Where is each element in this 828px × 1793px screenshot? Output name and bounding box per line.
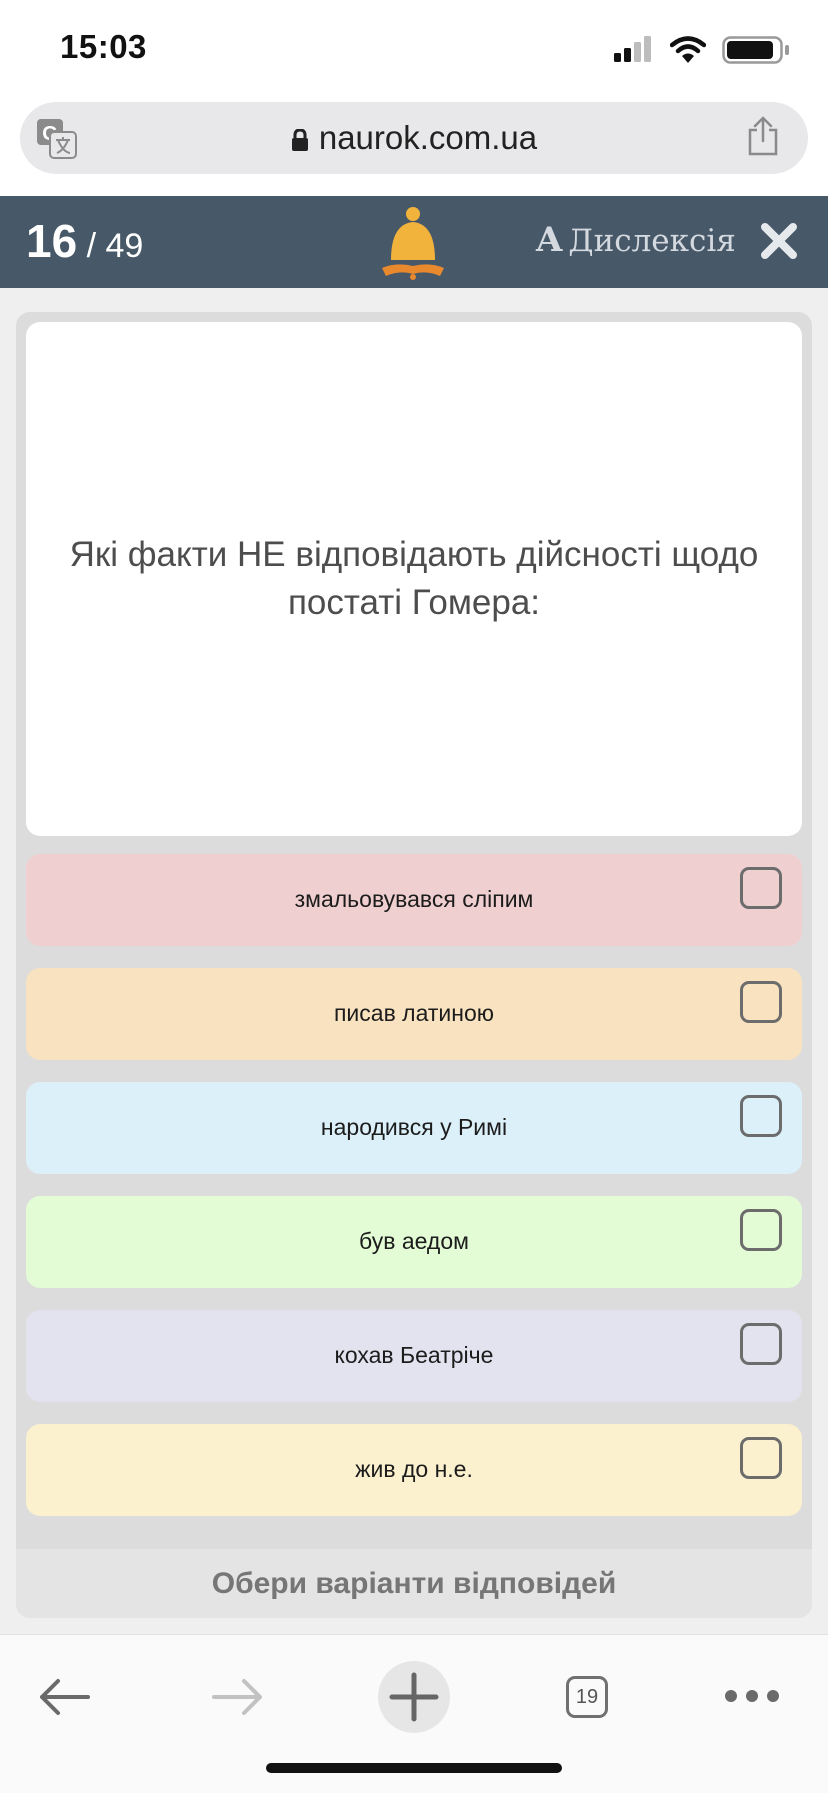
answer-option-label: жив до н.е. bbox=[355, 1456, 473, 1482]
tabs-button[interactable]: 19 bbox=[566, 1676, 608, 1718]
answer-option-label: народився у Римі bbox=[320, 1114, 508, 1140]
answer-checkbox[interactable] bbox=[740, 981, 782, 1023]
wifi-icon bbox=[670, 36, 706, 63]
lock-icon bbox=[291, 129, 308, 151]
answer-checkbox[interactable] bbox=[740, 1095, 782, 1137]
url-text: naurok.com.ua bbox=[318, 119, 538, 156]
dyslexia-icon: A bbox=[536, 220, 563, 260]
forward-arrow-icon[interactable] bbox=[212, 1677, 264, 1717]
close-icon[interactable] bbox=[760, 222, 798, 260]
answer-checkbox[interactable] bbox=[740, 1437, 782, 1479]
answer-option[interactable]: був аедом bbox=[26, 1196, 802, 1288]
answer-option[interactable]: народився у Римі bbox=[26, 1082, 802, 1174]
dyslexia-toggle[interactable]: A Дислексія bbox=[536, 220, 736, 260]
question-card: Які факти НЕ відповідають дійсності щодо… bbox=[26, 322, 802, 836]
home-indicator[interactable] bbox=[266, 1763, 562, 1773]
status-bar: 15:03 bbox=[0, 0, 828, 96]
dyslexia-label: Дислексія bbox=[568, 223, 736, 259]
answer-option-label: змальовувався сліпим bbox=[294, 886, 534, 912]
total-questions: / 49 bbox=[77, 227, 144, 265]
plus-icon bbox=[389, 1672, 439, 1722]
question-counter: 16 / 49 bbox=[26, 214, 143, 268]
answer-option[interactable]: писав латиною bbox=[26, 968, 802, 1060]
quiz-content: Які факти НЕ відповідають дійсності щодо… bbox=[0, 288, 828, 1634]
question-panel: Які факти НЕ відповідають дійсності щодо… bbox=[16, 312, 812, 1618]
url-display[interactable]: naurok.com.ua bbox=[20, 119, 808, 157]
status-time: 15:03 bbox=[60, 28, 147, 65]
battery-icon bbox=[722, 36, 789, 64]
address-bar[interactable]: G naurok.com.ua bbox=[20, 102, 808, 174]
back-arrow-icon[interactable] bbox=[38, 1677, 90, 1717]
quiz-header: 16 / 49 A Дислексія bbox=[0, 196, 828, 288]
signal-icon bbox=[614, 36, 651, 62]
answer-checkbox[interactable] bbox=[740, 867, 782, 909]
question-text: Які факти НЕ відповідають дійсності щодо… bbox=[69, 535, 759, 622]
answer-option-label: був аедом bbox=[359, 1228, 469, 1254]
bell-icon[interactable] bbox=[380, 204, 446, 280]
answer-checkbox[interactable] bbox=[740, 1209, 782, 1251]
more-icon[interactable] bbox=[724, 1689, 780, 1703]
submit-button[interactable]: Обери варіанти відповідей bbox=[16, 1549, 812, 1618]
answer-option-label: кохав Беатріче bbox=[334, 1342, 494, 1368]
answer-option[interactable]: кохав Беатріче bbox=[26, 1310, 802, 1402]
answer-option-label: писав латиною bbox=[333, 1000, 495, 1026]
answer-checkbox[interactable] bbox=[740, 1323, 782, 1365]
share-icon[interactable] bbox=[746, 116, 780, 156]
answer-option[interactable]: змальовувався сліпим bbox=[26, 854, 802, 946]
current-question-number: 16 bbox=[26, 215, 78, 267]
new-tab-button[interactable] bbox=[378, 1661, 450, 1733]
answer-option[interactable]: жив до н.е. bbox=[26, 1424, 802, 1516]
